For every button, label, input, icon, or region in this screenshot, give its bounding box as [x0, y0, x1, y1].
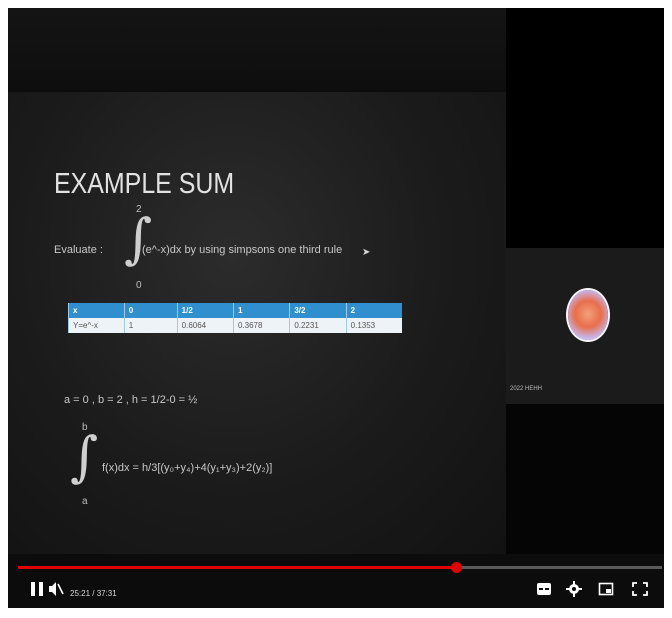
table-row: Y=e^-x 1 0.6064 0.3678 0.2231 0.1353: [68, 318, 402, 333]
formula-lower-limit: a: [82, 496, 88, 507]
player-controls: 25:21 / 37:31: [8, 576, 664, 608]
table-cell: 2: [345, 303, 402, 318]
mute-icon[interactable]: [48, 580, 64, 603]
sidebar-blank-tile: [506, 8, 664, 248]
simpson-formula: f(x)dx = h/3[(y₀+y₄)+4(y₁+y₃)+2(y₂)]: [102, 462, 273, 474]
progress-bar[interactable]: [18, 562, 662, 573]
settings-icon[interactable]: [566, 580, 582, 603]
mouse-cursor-icon: ➤: [362, 247, 371, 258]
participant-avatar: [568, 290, 608, 340]
pause-icon[interactable]: [30, 580, 44, 603]
table-cell: 0: [123, 303, 178, 318]
table-cell: 1: [232, 303, 290, 318]
integral-sign-icon: ∫: [124, 207, 153, 270]
integral-expression: (e^-x)dx by using simpsons one third rul…: [142, 244, 343, 256]
table-header-row: x 0 1/2 1 3/2 2: [68, 303, 402, 318]
sidebar-empty-area: [506, 404, 664, 554]
participant-name: 2022 HEHH: [510, 386, 543, 392]
table-cell: 0.2231: [289, 318, 347, 333]
table-cell: 0.1353: [345, 318, 402, 333]
progress-bar-fill: [18, 566, 456, 569]
video-top-band: [8, 8, 506, 90]
evaluate-label: Evaluate :: [54, 244, 103, 256]
table-cell: 0.6064: [176, 318, 234, 333]
integral-lower-limit: 0: [136, 280, 142, 291]
table-cell: 0.3678: [232, 318, 290, 333]
table-cell: Y=e^-x: [68, 318, 125, 333]
values-table: x 0 1/2 1 3/2 2 Y=e^-x 1 0.6064 0.3678 0…: [68, 303, 402, 333]
table-cell: x: [68, 303, 125, 318]
video-player[interactable]: EXAMPLE SUM 2 ∫ 0 Evaluate : (e^-x)dx by…: [8, 8, 664, 608]
progress-scrubber-handle[interactable]: [450, 562, 462, 573]
table-cell: 1/2: [176, 303, 234, 318]
miniplayer-icon[interactable]: [598, 580, 614, 603]
table-cell: 1: [123, 318, 178, 333]
table-cell: 3/2: [289, 303, 347, 318]
slide-title: EXAMPLE SUM: [54, 168, 235, 200]
step-parameters: a = 0 , b = 2 , h = 1/2-0 = ½: [64, 394, 198, 406]
fullscreen-icon[interactable]: [632, 580, 648, 603]
formula-integral-sign-icon: ∫: [70, 425, 99, 488]
presentation-slide: EXAMPLE SUM 2 ∫ 0 Evaluate : (e^-x)dx by…: [8, 92, 506, 554]
time-display: 25:21 / 37:31: [70, 589, 117, 598]
subtitles-icon[interactable]: [536, 580, 552, 603]
